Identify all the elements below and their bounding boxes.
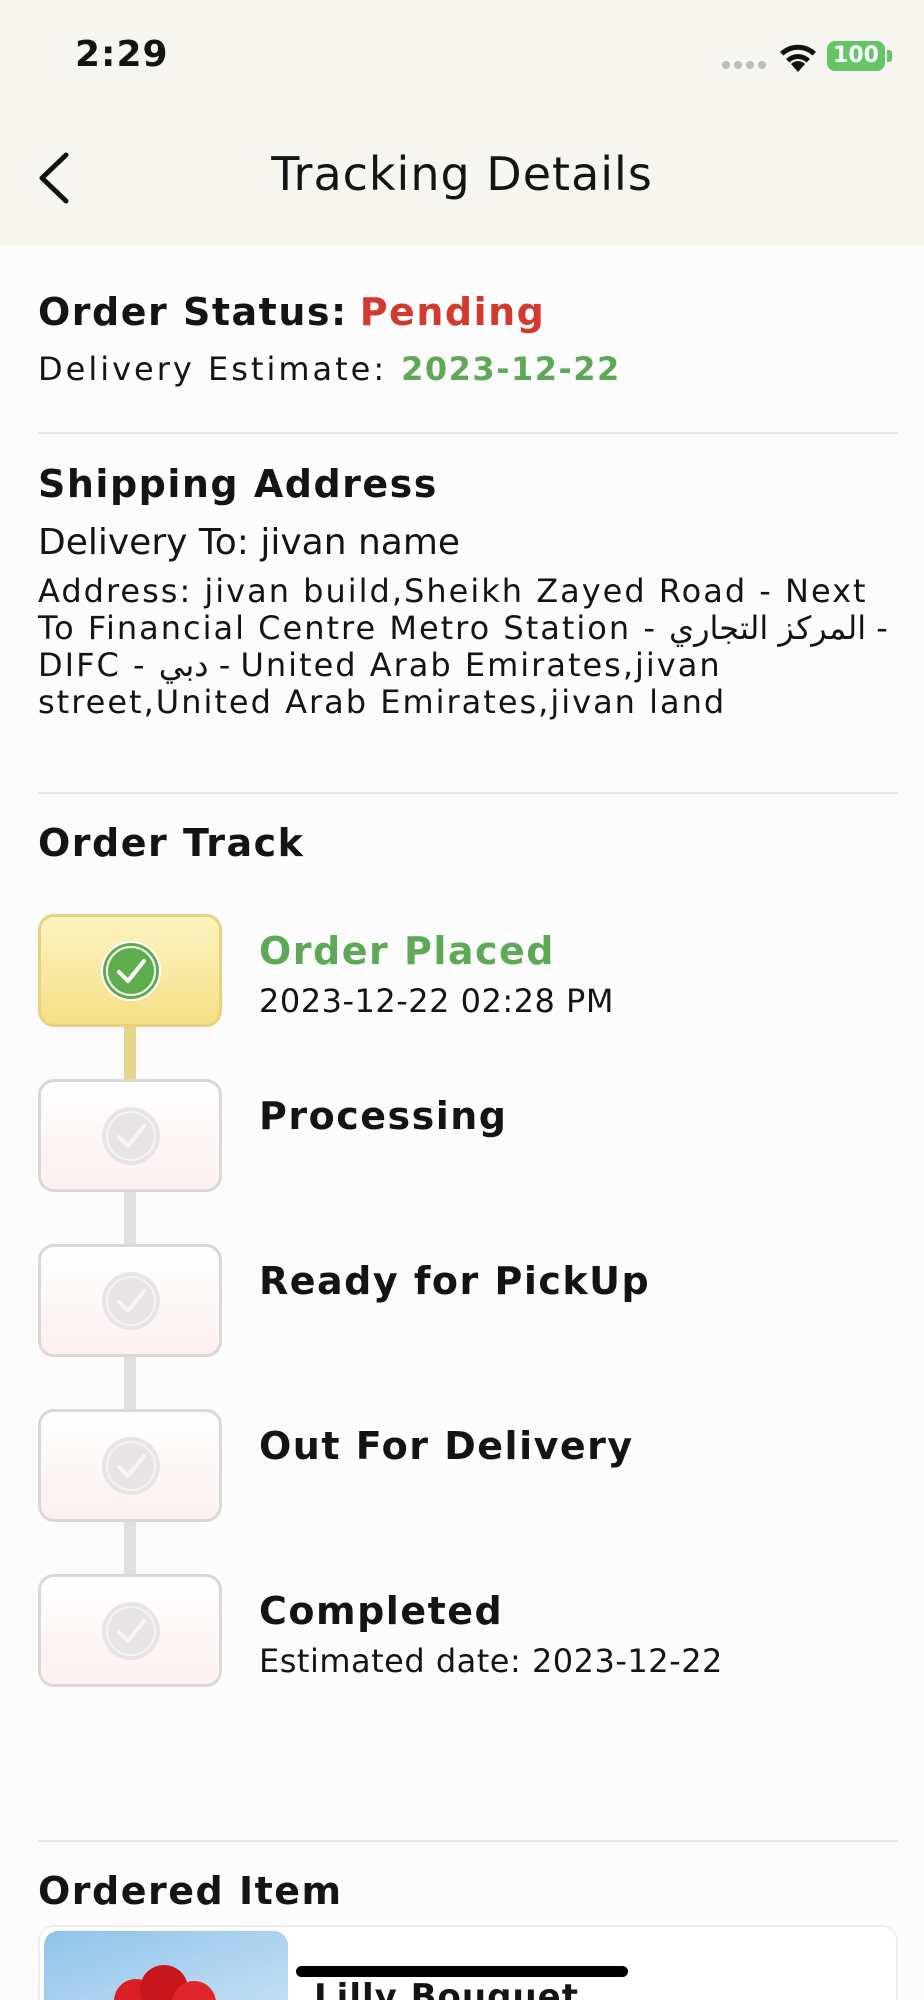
order-status-value: Pending <box>359 290 546 334</box>
order-status-label: Order Status: <box>38 290 348 334</box>
step-label-order-placed: Order Placed <box>259 929 556 973</box>
status-time: 2:29 <box>75 34 169 75</box>
nav-bar: Tracking Details <box>0 110 924 246</box>
check-circle-icon <box>102 1602 160 1660</box>
divider <box>38 1840 898 1842</box>
wifi-icon <box>780 44 816 72</box>
item-image <box>44 1931 288 2000</box>
check-circle-icon <box>102 1437 160 1495</box>
step-box-order-placed <box>38 914 222 1027</box>
step-label-completed: Completed <box>259 1589 504 1633</box>
step-date-order-placed: 2023-12-22 02:28 PM <box>259 982 614 1020</box>
home-indicator <box>296 1966 628 1977</box>
step-date-completed: Estimated date: 2023-12-22 <box>259 1642 723 1680</box>
status-bar: 2:29 100 <box>0 0 924 110</box>
delivery-estimate-value: 2023-12-22 <box>401 350 621 388</box>
step-connector <box>124 1522 136 1574</box>
check-circle-icon <box>101 941 161 1001</box>
order-track-title: Order Track <box>38 821 305 865</box>
step-connector <box>124 1192 136 1244</box>
check-circle-icon <box>102 1107 160 1165</box>
item-name: Lilly Bouquet <box>314 1977 579 2000</box>
step-label-ready-for-pickup: Ready for PickUp <box>259 1259 651 1303</box>
step-box-processing <box>38 1079 222 1192</box>
ordered-item-card[interactable]: Lilly Bouquet <box>38 1925 898 2000</box>
step-box-ready-for-pickup <box>38 1244 222 1357</box>
check-circle-icon <box>102 1272 160 1330</box>
step-connector <box>124 1027 136 1079</box>
bouquet-image <box>114 1965 216 2000</box>
page-title: Tracking Details <box>271 147 653 201</box>
divider <box>38 432 898 434</box>
step-label-out-for-delivery: Out For Delivery <box>259 1424 634 1468</box>
step-connector <box>124 1357 136 1409</box>
battery-tip <box>887 50 892 62</box>
cellular-signal-icon <box>722 61 766 69</box>
shipping-address-title: Shipping Address <box>38 462 438 506</box>
divider <box>38 792 898 794</box>
ordered-item-title: Ordered Item <box>38 1869 343 1913</box>
delivery-estimate-label: Delivery Estimate: <box>38 350 388 388</box>
battery-icon: 100 <box>827 41 885 71</box>
step-label-processing: Processing <box>259 1094 508 1138</box>
step-box-completed <box>38 1574 222 1687</box>
step-box-out-for-delivery <box>38 1409 222 1522</box>
delivery-estimate: Delivery Estimate: 2023-12-22 <box>38 350 621 388</box>
order-status: Order Status: Pending <box>38 290 545 334</box>
shipping-address-text: Address: jivan build,Sheikh Zayed Road -… <box>38 572 888 721</box>
delivery-to: Delivery To: jivan name <box>38 522 461 563</box>
